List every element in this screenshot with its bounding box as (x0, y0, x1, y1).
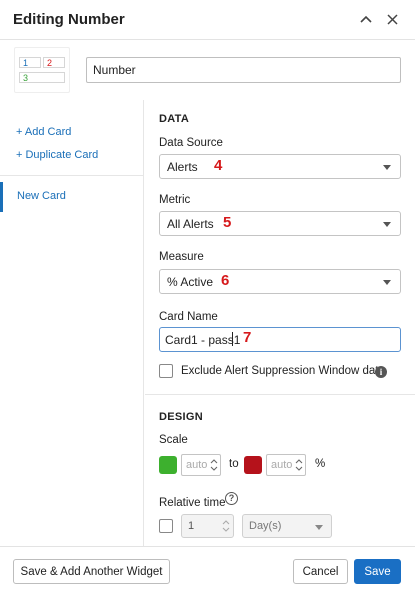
relative-time-unit: Day(s) (249, 520, 282, 532)
close-icon[interactable] (383, 10, 401, 28)
metric-label: Metric (159, 194, 191, 206)
chevron-down-icon (383, 165, 391, 170)
thumbnail-cell: 3 (19, 72, 65, 83)
measure-label: Measure (159, 251, 204, 263)
step-marker: 7 (243, 329, 252, 346)
scale-unit: % (315, 458, 326, 470)
card-name-value: Card1 - pass1 (165, 333, 241, 347)
section-divider (145, 394, 415, 395)
add-card-link[interactable]: + Add Card (16, 126, 71, 138)
dialog-title: Editing Number (13, 11, 125, 28)
step-marker: 5 (223, 214, 232, 231)
card-name-input[interactable]: Card1 - pass1 (159, 327, 401, 352)
measure-value: % Active (167, 275, 214, 289)
chevron-down-icon (383, 222, 391, 227)
scale-low-color-swatch[interactable] (159, 456, 177, 474)
widget-thumbnail: 1 2 3 (14, 47, 70, 93)
info-icon[interactable]: i (375, 366, 387, 378)
exclude-suppression-label: Exclude Alert Suppression Window data (181, 365, 385, 377)
spinner-arrows-icon[interactable] (210, 458, 218, 472)
dialog-footer: Save & Add Another Widget Cancel Save (0, 546, 415, 593)
sidebar-item-label: New Card (17, 190, 66, 202)
chevron-down-icon (383, 280, 391, 285)
scale-high-color-swatch[interactable] (244, 456, 262, 474)
card-settings-panel: DATA Data Source Alerts 4 Metric All Ale… (145, 100, 415, 546)
sidebar-divider (0, 175, 144, 176)
data-source-label: Data Source (159, 137, 223, 149)
relative-time-checkbox[interactable] (159, 519, 173, 533)
sidebar-item-new-card[interactable]: New Card (0, 182, 143, 212)
step-marker: 6 (221, 272, 230, 289)
data-source-select[interactable]: Alerts (159, 154, 401, 179)
design-section-title: DESIGN (159, 411, 203, 423)
scale-from-input[interactable]: auto (181, 454, 221, 476)
relative-time-unit-select: Day(s) (242, 514, 332, 538)
spinner-arrows-icon (222, 520, 230, 532)
widget-name-bar: 1 2 3 (0, 41, 415, 99)
collapse-icon[interactable] (357, 10, 375, 28)
scale-label: Scale (159, 434, 188, 446)
metric-value: All Alerts (167, 217, 214, 231)
scale-to-placeholder: auto (271, 459, 293, 471)
scale-to-input[interactable]: auto (266, 454, 306, 476)
relative-time-label: Relative time (159, 497, 226, 509)
card-name-label: Card Name (159, 311, 218, 323)
save-add-another-button[interactable]: Save & Add Another Widget (13, 559, 170, 584)
metric-select[interactable]: All Alerts (159, 211, 401, 236)
data-section-title: DATA (159, 113, 190, 125)
measure-select[interactable]: % Active (159, 269, 401, 294)
cancel-button[interactable]: Cancel (293, 559, 348, 584)
dialog-header: Editing Number (0, 0, 415, 40)
chevron-down-icon (315, 525, 323, 530)
widget-name-input[interactable] (86, 57, 401, 83)
help-icon[interactable]: ? (225, 492, 238, 505)
thumbnail-cell: 1 (19, 57, 41, 68)
spinner-arrows-icon[interactable] (295, 458, 303, 472)
step-marker: 4 (214, 157, 223, 174)
card-sidebar: + Add Card + Duplicate Card New Card (0, 100, 144, 546)
scale-to-text: to (229, 458, 239, 470)
exclude-suppression-checkbox[interactable] (159, 364, 173, 378)
scale-from-placeholder: auto (186, 459, 208, 471)
relative-time-amount-input: 1 (181, 514, 234, 538)
thumbnail-cell: 2 (43, 57, 65, 68)
data-source-value: Alerts (167, 160, 198, 174)
save-button[interactable]: Save (354, 559, 401, 584)
relative-time-amount: 1 (188, 520, 195, 532)
duplicate-card-link[interactable]: + Duplicate Card (16, 149, 98, 161)
text-caret (232, 332, 233, 346)
